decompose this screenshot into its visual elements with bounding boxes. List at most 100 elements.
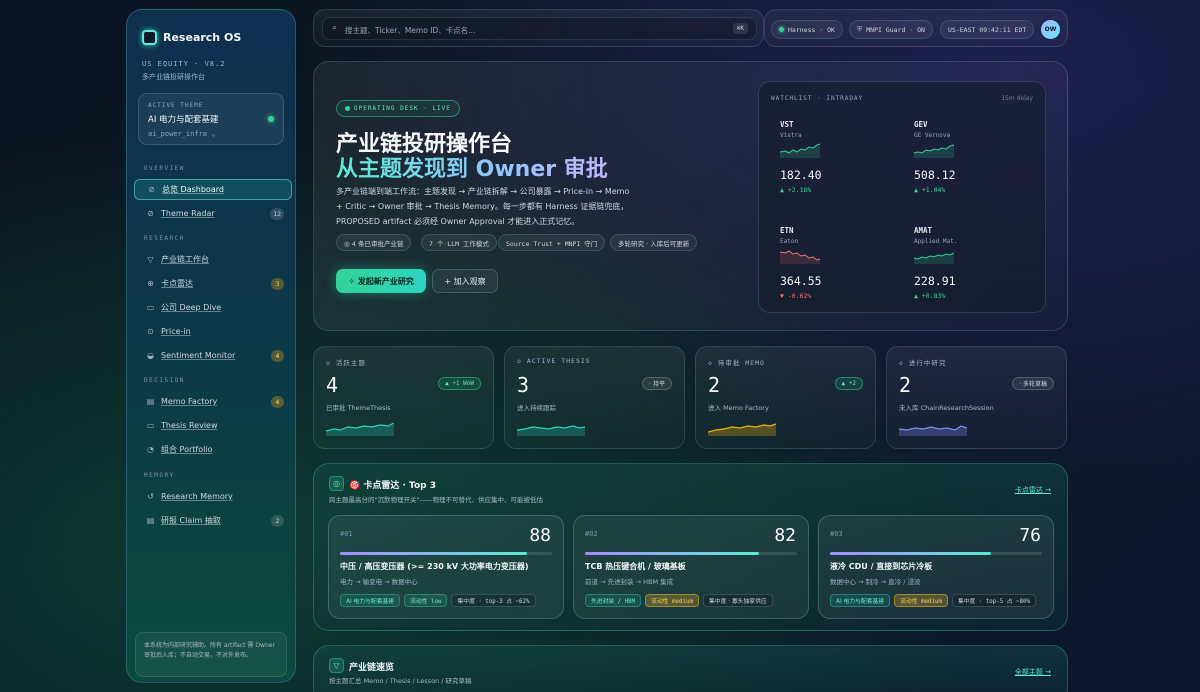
sidebar-item-chain-workbench[interactable]: ▽ 产业链工作台 [134,249,292,270]
stat-card-in-progress[interactable]: ◇ 进行中研究 2 · 多轮草稿 未入库 ChainResearchSessio… [886,346,1067,449]
active-theme-code: ai_power_infra ⌄ [148,130,216,138]
stat-value: 3 [517,373,530,397]
stat-label: ◇ 活跃主题 [326,359,366,367]
sidebar-item-label: 研报 Claim 抽取 [161,516,221,525]
sidebar-item-label: Memo Factory [161,397,218,406]
stat-desc: 已审批 ThemeThesis [326,404,391,412]
sidebar-item-dashboard[interactable]: ⊘ 总览 Dashboard [134,179,292,200]
app-logo-icon [142,30,157,45]
rank-number: #01 [340,530,353,538]
rank-number: #02 [585,530,598,538]
sparkline [914,252,954,264]
watchlist-panel: WATCHLIST · INTRADAY 15m delay VST Vistr… [758,81,1046,313]
stat-card-pending-memo[interactable]: ◇ 待审批 MEMO 2 ▲ +2 进入 Memo Factory [695,346,876,449]
chokepoint-title: 中压 / 高压变压器 (>= 230 kV 大功率电力变压器) [340,562,529,571]
sidebar-item-memo-factory[interactable]: ▤ Memo Factory 4 [134,391,292,412]
sidebar-item-price-in[interactable]: ⊙ Price-in [134,321,292,342]
liquidity-tag: 流动性 medium [645,594,699,607]
active-theme-selector[interactable]: ACTIVE THEME AI 电力与配套基建 ai_power_infra ⌄ [138,93,284,145]
chokepoint-card[interactable]: #03 76 液冷 CDU / 直接到芯片冷板 数据中心 → 制冷 → 直冷 /… [818,515,1054,619]
stat-delta-chip: ▲ +2 [834,377,863,390]
target-icon: ⊙ [147,327,154,336]
stat-desc: 进入 Memo Factory [708,404,769,412]
sidebar-item-label: 产业链工作台 [161,255,209,264]
start-research-button[interactable]: ✧ 发起新产业研究 [336,269,426,293]
sidebar-item-research-memory[interactable]: ↺ Research Memory [134,486,292,507]
dashboard-icon: ⊘ [148,185,155,194]
add-watch-button[interactable]: + 加入观察 [432,269,498,293]
score: 76 [1019,525,1041,546]
score-bar-fill [830,552,992,555]
radar-icon: ⊘ [147,209,154,218]
ticker-change: ▼ -0.62% [780,292,812,300]
score: 88 [529,525,551,546]
ticker-card[interactable]: AMAT Applied Mat. 228.91 ▲ +0.83% [914,226,1034,316]
chokepoint-card[interactable]: #01 88 中压 / 高压变压器 (>= 230 kV 大功率电力变压器) 电… [328,515,564,619]
stat-value: 2 [899,373,912,397]
score-bar [340,552,552,555]
sidebar-item-portfolio[interactable]: ◔ 组合 Portfolio [134,439,292,460]
stat-card-active-themes[interactable]: ◇ 活跃主题 4 ▲ +1 WoW 已审批 ThemeThesis [313,346,494,449]
ticker-card[interactable]: VST Vistra 182.40 ▲ +2.18% [780,120,900,210]
stat-delta-chip: ▲ +1 WoW [438,377,481,390]
mnpi-status-text: MNPI Guard · ON [866,25,925,34]
sidebar-disclaimer: 本系统为内部研究辅助。所有 artifact 需 Owner 审批后入库；不自动… [135,632,287,677]
chokepoint-path: 数据中心 → 制冷 → 直冷 / 浸没 [830,578,921,586]
concentration-tag: 集中度 · top-5 占 ~80% [951,594,1036,607]
concentration-tag: 集中度 · 寡头独家供应 [702,594,773,607]
sparkline [780,143,820,158]
section-title: 🎯 卡点雷达 · Top 3 [349,481,436,491]
company-name: GE Vernova [914,132,951,139]
sidebar-item-deep-dive[interactable]: ▭ 公司 Deep Dive [134,297,292,318]
stat-sparkline [899,425,967,436]
harness-status[interactable]: Harness · OK [771,20,843,39]
pie-icon: ◔ [147,445,154,454]
sidebar-item-sentiment[interactable]: ◒ Sentiment Monitor 4 [134,345,292,366]
brand[interactable]: Research OS [142,30,241,45]
chokepoint-title: TCB 热压键合机 / 玻璃基板 [585,562,686,571]
sidebar-item-label: Sentiment Monitor [161,351,236,360]
sidebar-item-label: 公司 Deep Dive [161,303,222,312]
search-placeholder: 搜主题、Ticker、Memo ID、卡点名... [345,26,476,35]
funnel-icon: ▽ [147,255,154,264]
stat-label: ◇ 进行中研究 [899,359,947,367]
operating-desk-pill: OPERATING DESK · LIVE [336,100,460,117]
sidebar-item-theme-radar[interactable]: ⊘ Theme Radar 12 [134,203,292,224]
chokepoint-path: 前道 → 先进封装 → HBM 集成 [585,578,674,586]
active-theme-name: AI 电力与配套基建 [148,115,219,125]
search-input[interactable]: ⌕ 搜主题、Ticker、Memo ID、卡点名... ⌘K [322,17,757,40]
liquidity-tag: 流动性 low [404,594,448,607]
sidebar-item-label: Theme Radar [161,209,215,218]
sparkline [780,250,820,264]
ticker-card[interactable]: GEV GE Vernova 508.12 ▲ +1.04% [914,120,1034,210]
sidebar: Research OS US EQUITY · V8.2 多产业链投研操作台 A… [126,9,296,683]
sidebar-item-label: 卡点雷达 [161,279,193,288]
chokepoint-card[interactable]: #02 82 TCB 热压键合机 / 玻璃基板 前道 → 先进封装 → HBM … [573,515,809,619]
count-badge: 4 [271,349,284,362]
ticker-card[interactable]: ETN Eaton 364.55 ▼ -0.62% [780,226,900,316]
sidebar-item-label: 组合 Portfolio [161,445,213,454]
ticker-price: 364.55 [780,274,822,288]
chokepoint-title: 液冷 CDU / 直接到芯片冷板 [830,562,933,571]
ticker-symbol: ETN [780,226,794,235]
stat-desc: 未入库 ChainResearchSession [899,404,994,412]
score: 82 [774,525,796,546]
hero-tag: Source Trust + MNPI 守门 [498,234,606,251]
hero-panel: OPERATING DESK · LIVE 产业链投研操作台 从主题发现到 Ow… [313,61,1068,331]
score-bar [585,552,797,555]
status-dot-icon [268,116,274,122]
stat-sparkline [326,422,394,436]
sidebar-item-chokepoint-radar[interactable]: ⊕ 卡点雷达 3 [134,273,292,294]
nav-section-research: RESEARCH [144,235,185,242]
company-name: Eaton [780,238,799,245]
stat-card-active-thesis[interactable]: ◇ ACTIVE THESIS 3 · 持平 进入持续跟踪 [504,346,685,449]
history-icon: ↺ [147,492,154,501]
sidebar-item-thesis-review[interactable]: ▭ Thesis Review [134,415,292,436]
mnpi-guard-status[interactable]: ⛨ MNPI Guard · ON [849,20,933,39]
sidebar-item-label: 总览 Dashboard [162,185,224,194]
avatar[interactable]: OW [1041,20,1060,39]
all-themes-link[interactable]: 全部主题 → [1015,667,1051,677]
sidebar-item-claim-extract[interactable]: ▤ 研报 Claim 抽取 2 [134,510,292,531]
ticker-price: 182.40 [780,168,822,182]
chokepoint-radar-link[interactable]: 卡点雷达 → [1015,485,1051,495]
